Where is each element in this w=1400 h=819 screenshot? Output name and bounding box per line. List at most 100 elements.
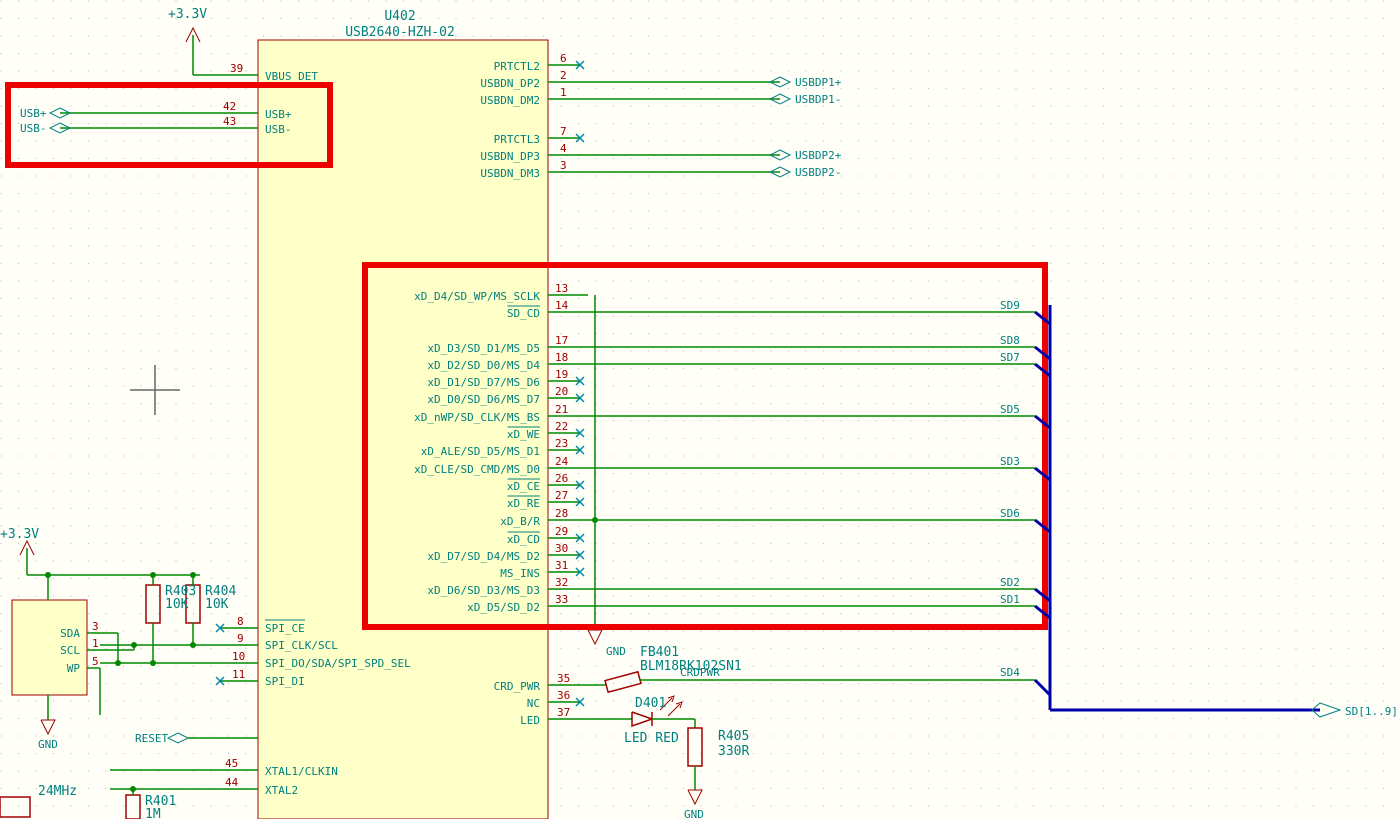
svg-text:xD_D5/SD_D2: xD_D5/SD_D2 <box>467 601 540 614</box>
svg-text:xD_CE: xD_CE <box>507 480 540 493</box>
svg-text:xD_D1/SD_D7/MS_D6: xD_D1/SD_D7/MS_D6 <box>427 376 540 389</box>
svg-text:D401: D401 <box>635 696 666 711</box>
svg-text:20: 20 <box>555 385 568 398</box>
svg-text:19: 19 <box>555 368 568 381</box>
svg-text:36: 36 <box>557 689 570 702</box>
svg-text:28: 28 <box>555 507 568 520</box>
svg-text:xD_WE: xD_WE <box>507 428 540 441</box>
svg-text:SD_CD: SD_CD <box>507 307 540 320</box>
svg-text:SPI_CLK/SCL: SPI_CLK/SCL <box>265 639 338 652</box>
svg-text:18: 18 <box>555 351 568 364</box>
u402-val: USB2640-HZH-02 <box>345 25 455 40</box>
net-usbdp1m: USBDP1- <box>795 93 841 106</box>
svg-text:42: 42 <box>223 100 236 113</box>
svg-text:SD9: SD9 <box>1000 299 1020 312</box>
svg-text:43: 43 <box>223 115 236 128</box>
svg-text:27: 27 <box>555 489 568 502</box>
schematic-canvas: U402 USB2640-HZH-02 +3.3V 39 VBUS_DET US… <box>0 0 1400 819</box>
svg-text:WP: WP <box>67 662 81 675</box>
net-usbdp2m: USBDP2- <box>795 166 841 179</box>
svg-text:7: 7 <box>560 125 567 138</box>
svg-text:14: 14 <box>555 299 569 312</box>
svg-text:USB-: USB- <box>265 123 292 136</box>
svg-text:USB+: USB+ <box>265 108 292 121</box>
svg-text:SD2: SD2 <box>1000 576 1020 589</box>
svg-text:xD_D2/SD_D0/MS_D4: xD_D2/SD_D0/MS_D4 <box>427 359 540 372</box>
svg-text:11: 11 <box>232 668 245 681</box>
svg-text:10K: 10K <box>205 597 229 612</box>
svg-text:SPI_DO/SDA/SPI_SPD_SEL: SPI_DO/SDA/SPI_SPD_SEL <box>265 657 411 670</box>
svg-text:xD_D4/SD_WP/MS_SCLK: xD_D4/SD_WP/MS_SCLK <box>414 290 540 303</box>
svg-text:SDA: SDA <box>60 627 80 640</box>
svg-text:SD6: SD6 <box>1000 507 1020 520</box>
net-usbdp2p: USBDP2+ <box>795 149 842 162</box>
svg-text:MS_INS: MS_INS <box>500 567 540 580</box>
svg-text:SD4: SD4 <box>1000 666 1020 679</box>
svg-text:2: 2 <box>560 69 567 82</box>
svg-text:CRDPWR: CRDPWR <box>680 666 720 679</box>
svg-text:PRTCTL3: PRTCTL3 <box>494 133 540 146</box>
svg-text:USBDN_DP3: USBDN_DP3 <box>480 150 540 163</box>
svg-text:GND: GND <box>38 738 58 751</box>
bus-label: SD[1..9] <box>1345 705 1398 718</box>
svg-text:22: 22 <box>555 420 568 433</box>
svg-text:37: 37 <box>557 706 570 719</box>
svg-text:33: 33 <box>555 593 568 606</box>
svg-text:330R: 330R <box>718 744 749 759</box>
svg-text:13: 13 <box>555 282 568 295</box>
svg-text:39: 39 <box>230 62 243 75</box>
svg-text:23: 23 <box>555 437 568 450</box>
u402-ref: U402 <box>384 9 415 24</box>
svg-text:32: 32 <box>555 576 568 589</box>
svg-text:SCL: SCL <box>60 644 80 657</box>
svg-text:CRD_PWR: CRD_PWR <box>494 680 541 693</box>
svg-text:35: 35 <box>557 672 570 685</box>
svg-text:21: 21 <box>555 403 568 416</box>
svg-text:SPI_CE: SPI_CE <box>265 622 305 635</box>
svg-text:5: 5 <box>92 655 99 668</box>
svg-text:USBDN_DM2: USBDN_DM2 <box>480 94 540 107</box>
svg-text:XTAL1/CLKIN: XTAL1/CLKIN <box>265 765 338 778</box>
svg-text:1M: 1M <box>145 807 161 819</box>
svg-text:31: 31 <box>555 559 568 572</box>
svg-text:xD_ALE/SD_D5/MS_D1: xD_ALE/SD_D5/MS_D1 <box>421 445 540 458</box>
svg-text:10K: 10K <box>165 597 189 612</box>
svg-text:SD8: SD8 <box>1000 334 1020 347</box>
svg-text:xD_D3/SD_D1/MS_D5: xD_D3/SD_D1/MS_D5 <box>427 342 540 355</box>
svg-text:USB+: USB+ <box>20 107 47 120</box>
svg-text:9: 9 <box>237 632 244 645</box>
svg-text:SD5: SD5 <box>1000 403 1020 416</box>
svg-text:xD_CLE/SD_CMD/MS_D0: xD_CLE/SD_CMD/MS_D0 <box>414 463 540 476</box>
svg-text:44: 44 <box>225 776 239 789</box>
svg-text:xD_D7/SD_D4/MS_D2: xD_D7/SD_D4/MS_D2 <box>427 550 540 563</box>
svg-text:45: 45 <box>225 757 238 770</box>
svg-text:R405: R405 <box>718 729 749 744</box>
svg-text:8: 8 <box>237 615 244 628</box>
svg-text:GND: GND <box>684 808 704 819</box>
svg-text:1: 1 <box>560 86 567 99</box>
net-usbdp1p: USBDP1+ <box>795 76 842 89</box>
svg-text:6: 6 <box>560 52 567 65</box>
svg-text:29: 29 <box>555 525 568 538</box>
svg-text:LED: LED <box>520 714 540 727</box>
svg-text:VBUS_DET: VBUS_DET <box>265 70 318 83</box>
svg-text:XTAL2: XTAL2 <box>265 784 298 797</box>
svg-text:26: 26 <box>555 472 568 485</box>
svg-text:USB-: USB- <box>20 122 47 135</box>
svg-text:+3.3V: +3.3V <box>168 7 207 22</box>
svg-text:PRTCTL2: PRTCTL2 <box>494 60 540 73</box>
svg-text:3: 3 <box>560 159 567 172</box>
svg-text:NC: NC <box>527 697 540 710</box>
svg-text:SD3: SD3 <box>1000 455 1020 468</box>
svg-text:xD_D6/SD_D3/MS_D3: xD_D6/SD_D3/MS_D3 <box>427 584 540 597</box>
svg-text:10: 10 <box>232 650 245 663</box>
svg-text:LED RED: LED RED <box>624 731 679 746</box>
svg-text:USBDN_DP2: USBDN_DP2 <box>480 77 540 90</box>
svg-text:24: 24 <box>555 455 569 468</box>
svg-text:RESET: RESET <box>135 732 168 745</box>
svg-text:xD_D0/SD_D6/MS_D7: xD_D0/SD_D6/MS_D7 <box>427 393 540 406</box>
svg-text:24MHz: 24MHz <box>38 784 77 799</box>
svg-text:1: 1 <box>92 637 99 650</box>
svg-text:4: 4 <box>560 142 567 155</box>
svg-text:xD_CD: xD_CD <box>507 533 540 546</box>
